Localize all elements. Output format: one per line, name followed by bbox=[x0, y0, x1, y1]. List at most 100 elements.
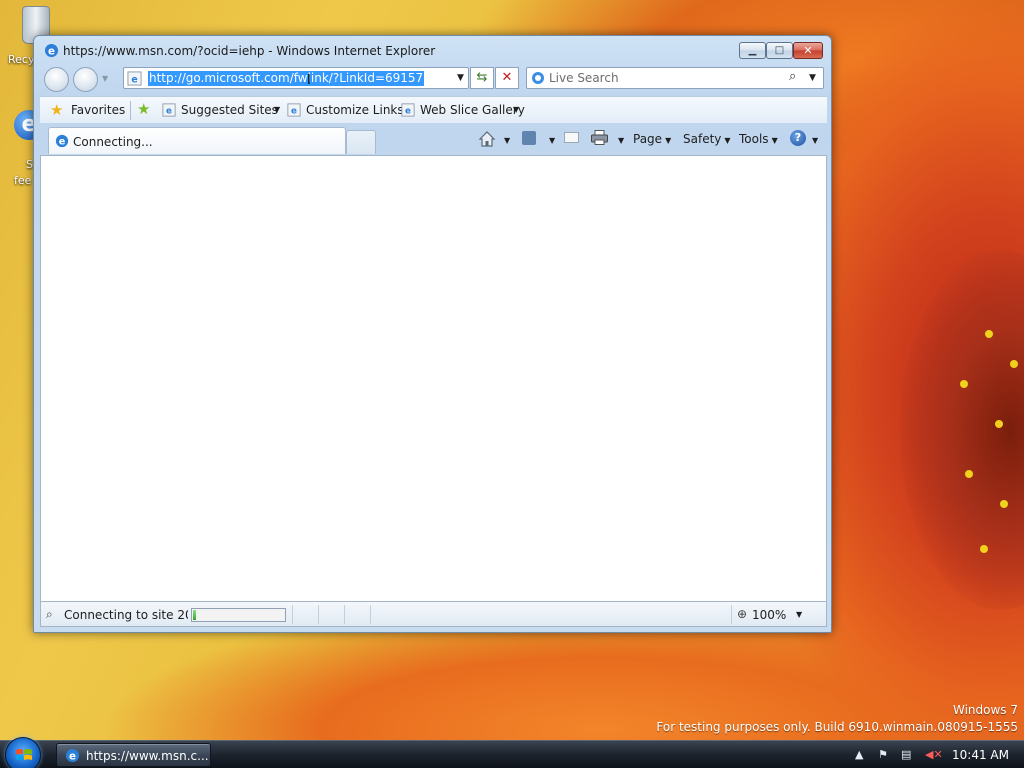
back-button[interactable] bbox=[44, 67, 69, 92]
status-bar: ⌕ Connecting to site 204.7 ⊕ 100% ▼ bbox=[40, 602, 827, 627]
svg-text:e: e bbox=[69, 750, 76, 762]
maximize-button[interactable]: □ bbox=[766, 42, 793, 59]
tab-label: Connecting... bbox=[73, 135, 153, 149]
address-dropdown-icon[interactable]: ▼ bbox=[457, 73, 464, 83]
safety-menu[interactable]: Safety ▼ bbox=[683, 132, 731, 150]
tab-and-command-bar: e Connecting... ▼ ▼ ▼ Page ▼ Safety ▼ Tool… bbox=[40, 124, 827, 155]
navigation-bar: ▼ e http://go.microsoft.com/fwlink/?Link… bbox=[34, 64, 831, 94]
desktop-shortcut-label-line2: fee bbox=[14, 174, 32, 187]
progress-bar bbox=[191, 608, 286, 622]
flag-icon[interactable]: ⚑ bbox=[878, 748, 888, 761]
refresh-button[interactable]: ⇆ bbox=[470, 67, 494, 89]
feeds-icon[interactable] bbox=[522, 131, 536, 145]
forward-button[interactable] bbox=[73, 67, 98, 92]
close-icon: ✕ bbox=[803, 44, 813, 57]
os-watermark-build: For testing purposes only. Build 6910.wi… bbox=[656, 720, 1018, 734]
new-tab-button[interactable] bbox=[346, 130, 376, 154]
chevron-down-icon: ▼ bbox=[513, 105, 520, 114]
status-separator bbox=[318, 605, 319, 624]
svg-text:e: e bbox=[48, 45, 55, 57]
stamen bbox=[960, 380, 968, 388]
print-icon[interactable] bbox=[591, 130, 608, 145]
chevron-down-icon: ▼ bbox=[274, 105, 281, 114]
help-icon[interactable]: ? bbox=[790, 130, 806, 146]
mail-icon[interactable] bbox=[564, 132, 579, 143]
stamen bbox=[965, 470, 973, 478]
svg-text:e: e bbox=[405, 107, 411, 117]
flower-center bbox=[900, 250, 1024, 610]
favorites-separator bbox=[130, 101, 131, 120]
taskbar-button-label: https://www.msn.c... bbox=[86, 749, 209, 763]
page-ie-icon: e bbox=[127, 71, 142, 86]
home-icon[interactable] bbox=[478, 130, 496, 148]
favorites-link-label: Suggested Sites bbox=[181, 103, 278, 117]
zoom-dropdown-icon[interactable]: ▼ bbox=[796, 610, 802, 619]
svg-text:e: e bbox=[59, 137, 66, 148]
ie-page-icon: e bbox=[287, 103, 301, 117]
status-separator bbox=[344, 605, 345, 624]
tools-menu[interactable]: Tools ▼ bbox=[739, 132, 778, 150]
progress-fill bbox=[193, 610, 196, 620]
print-dropdown-icon[interactable]: ▼ bbox=[615, 132, 624, 150]
help-dropdown-icon[interactable]: ▼ bbox=[809, 132, 818, 150]
window-title: https://www.msn.com/?ocid=iehp - Windows… bbox=[63, 44, 436, 58]
favorites-label: Favorites bbox=[71, 103, 126, 117]
feeds-dropdown-icon[interactable]: ▼ bbox=[546, 132, 555, 150]
star-icon: ★ bbox=[50, 101, 64, 119]
address-url[interactable]: http://go.microsoft.com/fwlink/?LinkId=6… bbox=[148, 71, 425, 86]
safety-menu-label: Safety bbox=[683, 132, 722, 146]
recent-pages-dropdown-icon[interactable]: ▼ bbox=[102, 74, 110, 83]
maximize-icon: □ bbox=[774, 45, 785, 56]
close-button[interactable]: ✕ bbox=[793, 42, 823, 59]
status-text: Connecting to site 204.7 bbox=[64, 608, 188, 622]
taskbar-button-ie[interactable]: e https://www.msn.c... bbox=[56, 743, 211, 767]
svg-text:e: e bbox=[131, 74, 137, 85]
title-bar[interactable]: e https://www.msn.com/?ocid=iehp - Windo… bbox=[34, 36, 831, 64]
address-bar[interactable]: e http://go.microsoft.com/fwlink/?LinkId… bbox=[123, 67, 469, 89]
zoom-icon[interactable]: ⊕ bbox=[737, 607, 747, 621]
search-options-dropdown-icon[interactable]: ▼ bbox=[809, 73, 816, 83]
svg-text:e: e bbox=[291, 107, 297, 117]
chevron-down-icon: ▼ bbox=[665, 136, 672, 145]
ie-page-icon: e bbox=[401, 103, 415, 117]
minimize-icon: ▁ bbox=[748, 45, 757, 56]
home-dropdown-icon[interactable]: ▼ bbox=[501, 132, 510, 150]
stamen bbox=[995, 420, 1003, 428]
os-watermark-title: Windows 7 bbox=[952, 703, 1018, 717]
stop-button[interactable]: ✕ bbox=[495, 67, 519, 89]
search-input[interactable] bbox=[549, 70, 779, 86]
stamen bbox=[980, 545, 988, 553]
volume-icon[interactable]: ◀✕ bbox=[925, 748, 943, 761]
status-separator bbox=[370, 605, 371, 624]
chevron-down-icon: ▼ bbox=[771, 136, 778, 145]
windows-flag-icon bbox=[16, 749, 32, 760]
stamen bbox=[985, 330, 993, 338]
stamen bbox=[1000, 500, 1008, 508]
favorites-bar: ★ Favorites ★ e Suggested Sites ▼ e Cust… bbox=[40, 96, 827, 123]
clock[interactable]: 10:41 AM bbox=[952, 748, 1009, 762]
desktop-shortcut-label-line1: S bbox=[26, 158, 33, 171]
stamen bbox=[1010, 360, 1018, 368]
search-icon[interactable]: ⌕ bbox=[789, 69, 796, 84]
taskbar: e https://www.msn.c... ▲ ⚑ ▤ ◀✕ 10:41 AM bbox=[0, 737, 1024, 768]
text-cursor-icon: I bbox=[307, 73, 311, 88]
ie-icon: e bbox=[44, 43, 59, 57]
page-menu-label: Page bbox=[633, 132, 663, 146]
page-content-area[interactable] bbox=[40, 155, 827, 602]
show-hidden-icons-icon[interactable]: ▲ bbox=[855, 748, 863, 761]
status-search-icon: ⌕ bbox=[46, 607, 53, 621]
tab-active[interactable]: e Connecting... bbox=[48, 127, 346, 154]
minimize-button[interactable]: ▁ bbox=[739, 42, 766, 59]
favorites-link-label: Customize Links bbox=[306, 103, 404, 117]
add-favorite-icon[interactable]: ★ bbox=[137, 100, 150, 118]
start-orb-icon[interactable] bbox=[5, 737, 41, 768]
svg-text:e: e bbox=[166, 107, 172, 117]
page-menu[interactable]: Page ▼ bbox=[633, 132, 671, 150]
network-icon[interactable]: ▤ bbox=[901, 748, 911, 761]
zoom-level[interactable]: 100% bbox=[752, 608, 786, 622]
ie-icon: e bbox=[55, 134, 69, 148]
favorites-link-label: Web Slice Gallery bbox=[420, 103, 525, 117]
search-box[interactable]: ⌕ ▼ bbox=[526, 67, 824, 89]
tools-menu-label: Tools bbox=[739, 132, 769, 146]
ie-icon: e bbox=[65, 748, 80, 762]
